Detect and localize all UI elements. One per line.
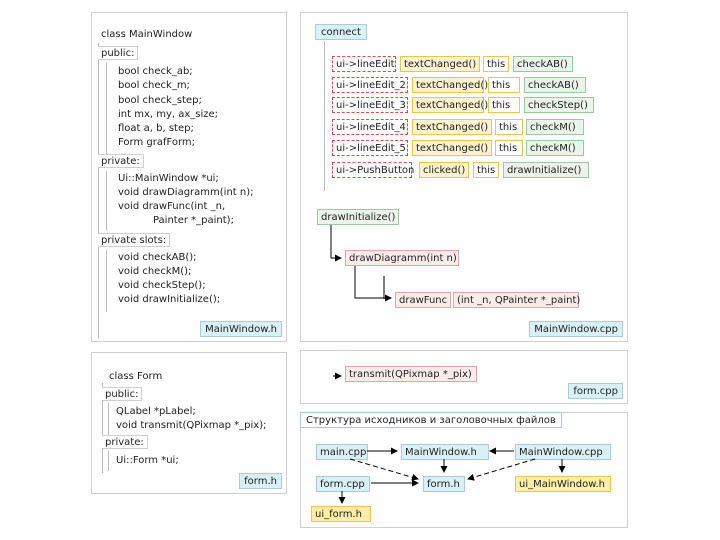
- call-arrow-diagramm-to-func: [354, 266, 392, 302]
- connector-arrows: [330, 225, 566, 504]
- call-arrow-initialize-to-diagramm: [330, 225, 342, 262]
- include-arrow-main-to-form-h: [349, 458, 419, 481]
- include-arrow-mainwindow-cpp-to-form-h: [467, 458, 536, 481]
